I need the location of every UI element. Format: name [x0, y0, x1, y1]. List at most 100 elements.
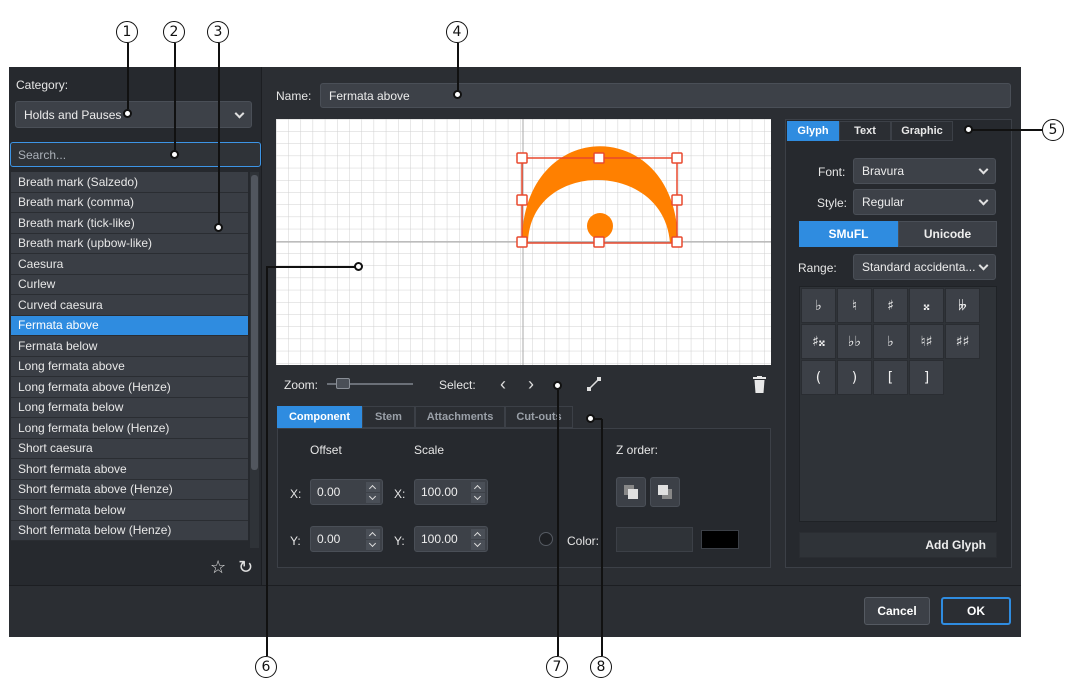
callout-1: 1	[116, 21, 138, 43]
range-select[interactable]: Standard accidenta...	[853, 254, 996, 280]
category-label: Category:	[16, 78, 69, 92]
glyph-cell[interactable]: ♭	[801, 288, 836, 323]
callout-2-leader	[174, 43, 176, 150]
tab-graphic[interactable]: Graphic	[891, 121, 953, 141]
fermata-dot[interactable]	[587, 213, 613, 239]
tab-glyph[interactable]: Glyph	[787, 121, 839, 141]
list-item[interactable]: Long fermata below (Henze)	[11, 418, 248, 439]
list-item[interactable]: Short caesura	[11, 438, 248, 459]
smufl-toggle[interactable]: SMuFL	[799, 221, 898, 247]
glyph-cell[interactable]: ]	[909, 360, 944, 395]
callout-4: 4	[446, 21, 468, 43]
glyph-cell[interactable]: ♮♯	[909, 324, 944, 359]
offset-x-up[interactable]	[366, 482, 380, 492]
tab-component[interactable]: Component	[277, 406, 362, 428]
range-label: Range:	[798, 261, 837, 275]
editor-canvas[interactable]	[276, 119, 771, 365]
offset-label: Offset	[310, 443, 342, 457]
list-scrollbar-thumb[interactable]	[251, 175, 258, 470]
offset-y-up[interactable]	[366, 529, 380, 539]
scale-x-stepper[interactable]: 100.00	[414, 479, 488, 505]
select-next-button[interactable]: ›	[528, 374, 534, 395]
star-icon[interactable]: ☆	[210, 557, 226, 578]
font-label: Font:	[818, 165, 846, 179]
glyph-cell[interactable]: [	[873, 360, 908, 395]
cancel-button[interactable]: Cancel	[864, 597, 930, 625]
glyph-cell[interactable]: ♯𝄪	[801, 324, 836, 359]
glyph-cell[interactable]: (	[801, 360, 836, 395]
category-value: Holds and Pauses	[24, 107, 122, 122]
offset-x-down[interactable]	[366, 493, 380, 503]
glyph-cell[interactable]: ♭♭	[837, 324, 872, 359]
scale-x-down[interactable]	[471, 493, 485, 503]
scale-y-up[interactable]	[471, 529, 485, 539]
list-item[interactable]: Long fermata below	[11, 397, 248, 418]
glyph-cell[interactable]: ♯	[873, 288, 908, 323]
glyph-cell[interactable]: 𝄫	[945, 288, 980, 323]
callout-2-dot	[170, 150, 179, 159]
list-item[interactable]: Short fermata below	[11, 500, 248, 521]
list-item[interactable]: Curved caesura	[11, 295, 248, 316]
tab-cut-outs[interactable]: Cut-outs	[505, 406, 573, 428]
list-item[interactable]: Caesura	[11, 254, 248, 275]
list-item[interactable]: Fermata below	[11, 336, 248, 357]
reset-icon[interactable]: ↻	[238, 557, 253, 578]
offset-x-label: X:	[290, 487, 302, 501]
add-glyph-button[interactable]: Add Glyph	[799, 532, 997, 558]
list-item[interactable]: Curlew	[11, 274, 248, 295]
bring-forward-button[interactable]	[616, 477, 646, 507]
category-select[interactable]: Holds and Pauses	[15, 101, 252, 128]
tab-attachments[interactable]: Attachments	[415, 406, 505, 428]
glyph-cell[interactable]: ♮	[837, 288, 872, 323]
list-item[interactable]: Short fermata above (Henze)	[11, 479, 248, 500]
list-item[interactable]: Short fermata below (Henze)	[11, 520, 248, 541]
offset-y-value: 0.00	[317, 532, 341, 546]
scale-y-down[interactable]	[471, 540, 485, 550]
scale-y-value: 100.00	[421, 532, 458, 546]
color-input[interactable]	[616, 527, 693, 552]
style-select[interactable]: Regular	[853, 189, 996, 215]
glyph-cell[interactable]: ♯♯	[945, 324, 980, 359]
list-item[interactable]: Breath mark (upbow-like)	[11, 233, 248, 254]
color-swatch[interactable]	[701, 530, 739, 549]
scale-y-stepper[interactable]: 100.00	[414, 526, 488, 552]
name-input[interactable]: Fermata above	[320, 83, 1011, 108]
scale-x-up[interactable]	[471, 482, 485, 492]
chevron-down-icon	[978, 260, 989, 271]
chevron-down-icon	[978, 195, 989, 206]
callout-8-leader	[601, 419, 603, 656]
glyph-cell[interactable]: ♭	[873, 324, 908, 359]
tab-text[interactable]: Text	[839, 121, 891, 141]
callout-3-dot	[214, 223, 223, 232]
search-input[interactable]: Search...	[10, 142, 261, 167]
list-item[interactable]: Breath mark (comma)	[11, 192, 248, 213]
color-toggle[interactable]	[539, 532, 553, 546]
callout-7-leader	[557, 390, 559, 656]
list-item[interactable]: Breath mark (tick-like)	[11, 213, 248, 234]
glyph-cell[interactable]: )	[837, 360, 872, 395]
glyph-cell[interactable]: 𝄪	[909, 288, 944, 323]
list-item[interactable]: Long fermata above (Henze)	[11, 377, 248, 398]
offset-y-stepper[interactable]: 0.00	[310, 526, 383, 552]
send-backward-button[interactable]	[650, 477, 680, 507]
zoom-slider-handle[interactable]	[336, 378, 350, 389]
ok-button[interactable]: OK	[941, 597, 1011, 625]
attachment-tool-icon[interactable]	[587, 377, 601, 391]
tab-stem[interactable]: Stem	[362, 406, 415, 428]
list-item[interactable]: Short fermata above	[11, 459, 248, 480]
scale-x-label: X:	[394, 487, 406, 501]
unicode-toggle[interactable]: Unicode	[898, 221, 997, 247]
offset-y-down[interactable]	[366, 540, 380, 550]
offset-x-stepper[interactable]: 0.00	[310, 479, 383, 505]
font-select[interactable]: Bravura	[853, 158, 996, 184]
name-label: Name:	[276, 89, 312, 103]
scale-y-label: Y:	[394, 534, 405, 548]
list-item[interactable]: Breath mark (Salzedo)	[11, 172, 248, 193]
callout-7-dot	[553, 381, 562, 390]
list-item[interactable]: Fermata above	[11, 315, 248, 336]
list-item[interactable]: Long fermata above	[11, 356, 248, 377]
trash-icon[interactable]	[753, 376, 766, 393]
select-prev-button[interactable]: ‹	[500, 374, 506, 395]
style-value: Regular	[862, 195, 905, 209]
offset-x-value: 0.00	[317, 485, 341, 499]
